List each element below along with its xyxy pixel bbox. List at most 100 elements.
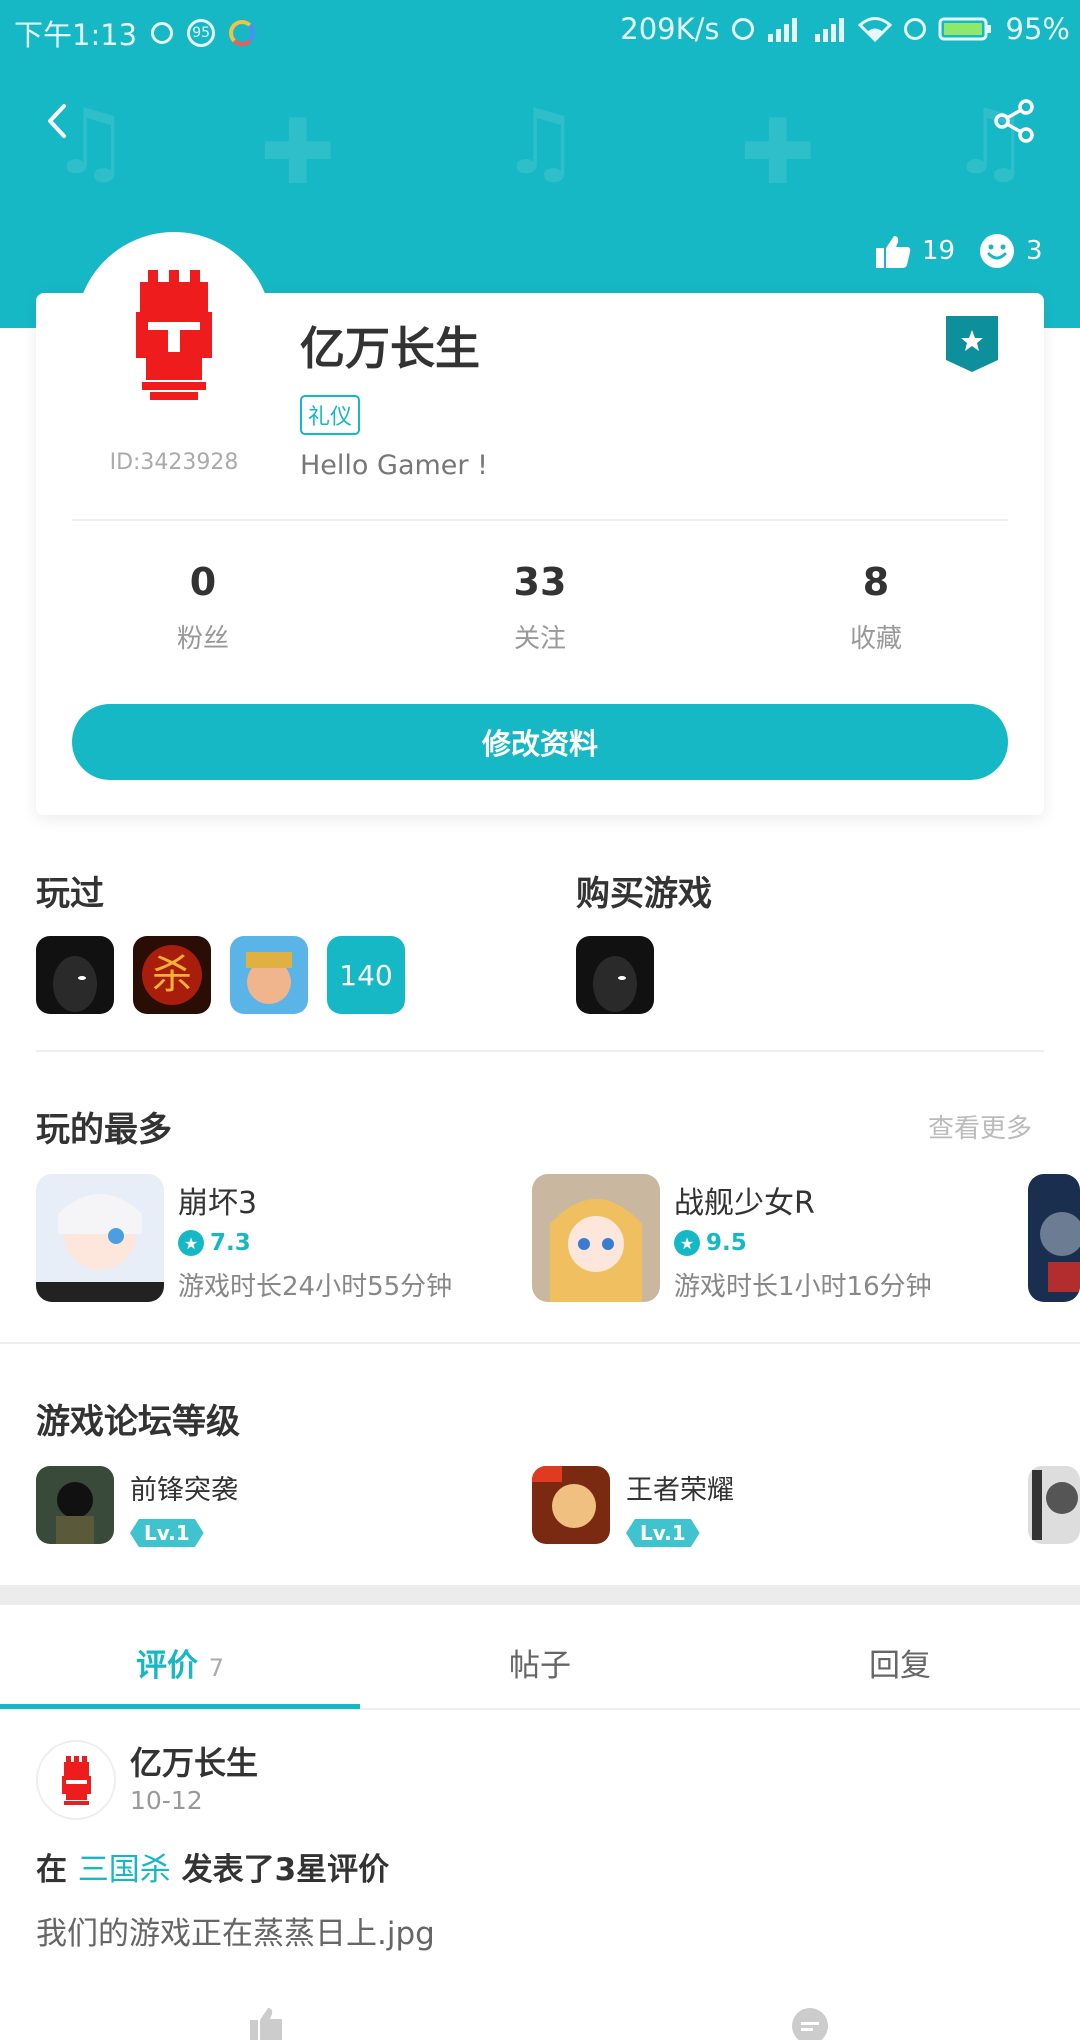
gamepad-decoration: ✚ xyxy=(740,100,816,205)
game-icon xyxy=(532,1174,660,1302)
alarm-icon xyxy=(731,18,754,40)
game-name: 战舰少女R xyxy=(674,1186,815,1221)
forum-level-item[interactable]: 王者荣耀 Lv.1 xyxy=(532,1466,734,1547)
thumbs-up-icon xyxy=(250,2008,282,2040)
role-tag: 礼仪 xyxy=(300,395,361,435)
profile-bio: Hello Gamer ! xyxy=(300,450,488,481)
see-more-link[interactable]: 查看更多 xyxy=(928,1108,1032,1145)
stat-label: 关注 xyxy=(513,624,566,654)
most-played-item[interactable]: 战舰少女R ★ 9.5 游戏时长1小时16分钟 xyxy=(532,1174,932,1303)
most-played-title: 玩的最多 xyxy=(36,1110,172,1150)
forum-levels-title: 游戏论坛等级 xyxy=(36,1402,240,1442)
active-tab-indicator xyxy=(0,1704,360,1709)
section-gap xyxy=(0,1585,1080,1605)
user-id: ID:3423928 xyxy=(109,450,239,475)
play-time: 游戏时长1小时16分钟 xyxy=(674,1272,932,1302)
forum-level-item[interactable]: 前锋突袭 Lv.1 xyxy=(36,1466,238,1547)
game-name: 崩坏3 xyxy=(178,1186,258,1221)
battery-icon xyxy=(938,17,991,41)
tab-label: 评价 xyxy=(135,1648,198,1684)
stat-value: 0 xyxy=(189,560,217,604)
svg-text:杀: 杀 xyxy=(152,952,192,998)
back-button[interactable] xyxy=(34,96,84,146)
tab-replies[interactable]: 回复 xyxy=(720,1640,1080,1685)
stat-label: 粉丝 xyxy=(176,624,229,654)
app-ring-icon xyxy=(229,20,256,46)
status-bar: 下午1:13 95 209K/s 95% xyxy=(0,0,1080,58)
section-divider xyxy=(0,1342,1080,1344)
game-icon[interactable] xyxy=(36,936,114,1014)
comment-action-button[interactable] xyxy=(790,2006,830,2044)
post-date: 10-12 xyxy=(130,1786,203,1815)
forum-game-name: 前锋突袭 xyxy=(130,1475,238,1506)
stat-label: 收藏 xyxy=(849,624,902,654)
charging-bolt-icon xyxy=(903,18,926,40)
music-note-decoration: ♫ xyxy=(500,90,581,195)
signal-icon xyxy=(814,18,844,42)
likes-count: 19 xyxy=(922,236,956,266)
play-time: 游戏时长24小时55分钟 xyxy=(178,1272,453,1302)
wifi-icon xyxy=(857,17,892,42)
game-rating: ★ 7.3 xyxy=(178,1230,452,1256)
stopwatch-icon xyxy=(151,22,174,44)
game-rating: ★ 9.5 xyxy=(674,1230,932,1256)
net-speed: 209K/s xyxy=(620,12,720,46)
gamepad-decoration: ✚ xyxy=(260,100,336,205)
tab-count: 7 xyxy=(208,1654,225,1682)
share-icon xyxy=(994,99,1034,143)
purchased-title: 购买游戏 xyxy=(576,874,712,914)
section-divider xyxy=(36,1050,1044,1052)
thumbs-up-icon xyxy=(876,236,911,268)
share-button[interactable] xyxy=(990,96,1040,146)
profile-name: 亿万长生 xyxy=(300,322,481,375)
tab-reviews[interactable]: 评价 7 xyxy=(0,1640,360,1685)
stat-value: 33 xyxy=(513,560,567,604)
game-icon xyxy=(36,1174,164,1302)
stat-fans[interactable]: 0 粉丝 xyxy=(103,560,303,655)
star-icon: ★ xyxy=(178,1230,204,1256)
level-badge: Lv.1 xyxy=(626,1519,700,1547)
played-more-count[interactable]: 140 xyxy=(327,936,405,1014)
game-rating-value: 9.5 xyxy=(706,1230,747,1256)
signal-hd-icon xyxy=(767,18,797,42)
post-title: 在 三国杀 发表了3星评价 xyxy=(36,1844,389,1889)
level-badge: Lv.1 xyxy=(130,1519,204,1547)
forum-game-name: 王者荣耀 xyxy=(626,1475,734,1506)
battery-percent: 95% xyxy=(1005,12,1070,46)
game-icon[interactable] xyxy=(576,936,654,1014)
post-author-avatar[interactable] xyxy=(36,1740,116,1820)
game-icon xyxy=(532,1466,610,1544)
post-author-name[interactable]: 亿万长生 xyxy=(130,1738,258,1784)
likes-counter[interactable]: 19 xyxy=(874,232,955,270)
most-played-item[interactable]: 崩坏3 ★ 7.3 游戏时长24小时55分钟 xyxy=(36,1174,452,1303)
game-icon[interactable] xyxy=(1028,1466,1080,1544)
stat-favorites[interactable]: 8 收藏 xyxy=(776,560,976,655)
card-divider xyxy=(72,519,1008,521)
stat-following[interactable]: 33 关注 xyxy=(440,560,640,655)
game-icon[interactable]: 杀 xyxy=(133,936,211,1014)
game-icon xyxy=(36,1466,114,1544)
game-icon[interactable] xyxy=(1028,1174,1080,1302)
post-game-link[interactable]: 三国杀 xyxy=(78,1852,171,1888)
star-icon: ★ xyxy=(674,1230,700,1256)
edit-profile-button[interactable]: 修改资料 xyxy=(72,704,1008,780)
avatar[interactable] xyxy=(136,270,212,400)
status-time: 下午1:13 xyxy=(14,18,138,52)
battery-saver-icon: 95 xyxy=(187,19,216,47)
chevron-left-icon xyxy=(48,104,66,138)
like-action-button[interactable] xyxy=(248,2006,288,2044)
tab-posts[interactable]: 帖子 xyxy=(360,1640,720,1685)
smile-face-icon xyxy=(980,234,1014,268)
smiles-counter[interactable]: 3 xyxy=(978,232,1043,270)
post-body: 我们的游戏正在蒸蒸日上.jpg xyxy=(36,1916,435,1952)
played-title: 玩过 xyxy=(36,874,104,914)
stat-value: 8 xyxy=(862,560,890,604)
bookmark-star-icon[interactable] xyxy=(946,316,998,372)
post-title-prefix: 在 xyxy=(36,1852,67,1888)
smiles-count: 3 xyxy=(1026,236,1043,266)
comment-icon xyxy=(792,2008,828,2044)
post-title-suffix: 发表了3星评价 xyxy=(181,1852,390,1888)
played-games-row: 杀 140 xyxy=(36,936,405,1014)
game-icon[interactable] xyxy=(230,936,308,1014)
game-rating-value: 7.3 xyxy=(210,1230,251,1256)
